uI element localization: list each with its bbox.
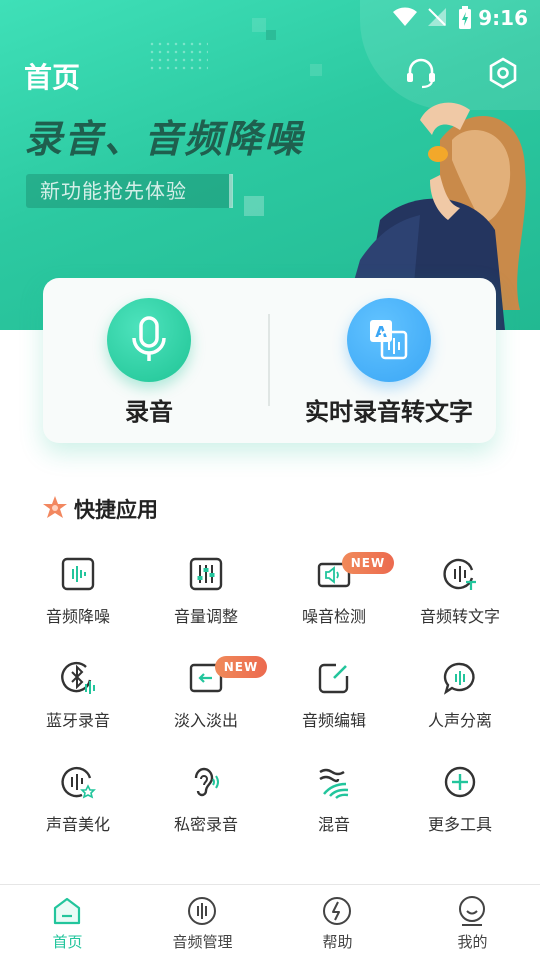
nav-profile[interactable]: 我的 [405,885,540,961]
audio-manage-icon [188,897,216,925]
microphone-icon [132,316,166,361]
nav-label: 首页 [52,933,83,951]
edit-icon [318,663,349,694]
nav-label: 帮助 [322,933,353,951]
wifi-icon [393,7,417,26]
tool-audio-denoise[interactable]: 音频降噪 [14,556,142,646]
tool-label: 淡入淡出 [173,711,238,730]
home-icon [53,897,81,925]
waveform-box-icon [61,557,95,591]
tool-label: 更多工具 [427,815,492,834]
tool-label: 混音 [317,815,350,834]
help-icon [323,897,351,925]
page-title: 首页 [24,61,81,94]
tool-label: 人声分离 [427,711,492,730]
tool-label: 噪音检测 [301,607,366,626]
bluetooth-icon [61,661,95,694]
tool-vocal-separate[interactable]: 人声分离 [396,660,524,750]
tool-label: 私密录音 [173,815,238,834]
dot-pattern [148,40,208,72]
banner-subtitle-bar [229,174,233,208]
new-badge: NEW [215,656,267,678]
record-circle [107,298,191,382]
tool-label: 蓝牙录音 [45,711,110,730]
tool-label: 音频降噪 [45,607,110,626]
beautify-icon [61,766,96,799]
transcribe-label: 实时录音转文字 [305,398,473,426]
audio-to-text-icon [443,558,476,590]
deco-square [310,64,322,76]
plus-circle-icon [444,766,476,798]
tool-bluetooth-record[interactable]: 蓝牙录音 [14,660,142,750]
tool-label: 音频转文字 [419,607,500,626]
nav-home[interactable]: 首页 [0,885,135,961]
nav-help[interactable]: 帮助 [270,885,405,961]
status-time: 9:16 [478,6,528,30]
headset-icon[interactable] [404,56,438,90]
transcribe-circle: A [347,298,431,382]
battery-charging-icon [459,6,471,29]
tool-private-record[interactable]: 私密录音 [142,764,270,854]
realtime-transcribe-button[interactable]: A 实时录音转文字 [284,296,494,436]
record-label: 录音 [125,398,173,426]
card-divider [268,314,270,406]
tool-more[interactable]: 更多工具 [396,764,524,854]
star-icon [43,496,67,518]
new-badge: NEW [342,552,394,574]
banner-subtitle[interactable]: 新功能抢先体验 [26,174,232,208]
tool-volume-adjust[interactable]: 音量调整 [142,556,270,646]
tool-audio-to-text[interactable]: 音频转文字 [396,556,524,646]
ear-icon [194,767,219,797]
status-bar: 9:16 [0,0,540,36]
tool-label: 声音美化 [45,815,110,834]
section-title: 快捷应用 [74,498,158,522]
settings-icon[interactable] [486,56,520,90]
mix-icon [319,768,349,799]
tool-audio-edit[interactable]: 音频编辑 [270,660,398,750]
tool-mix[interactable]: 混音 [270,764,398,854]
tool-label: 音量调整 [173,607,238,626]
bottom-nav: 首页 音频管理 帮助 我的 [0,884,540,961]
no-signal-icon [428,8,446,26]
tool-label: 音频编辑 [301,711,366,730]
record-button[interactable]: 录音 [44,296,254,436]
banner-title: 录音、音频降噪 [24,117,305,161]
nav-label: 音频管理 [172,933,233,951]
tool-voice-beautify[interactable]: 声音美化 [14,764,142,854]
chat-bubble-icon [443,662,475,695]
nav-label: 我的 [457,933,488,951]
profile-icon [459,896,485,926]
sliders-icon [189,557,223,591]
translate-icon: A [370,320,408,360]
deco-square [244,196,264,216]
nav-audio-manage[interactable]: 音频管理 [135,885,270,961]
